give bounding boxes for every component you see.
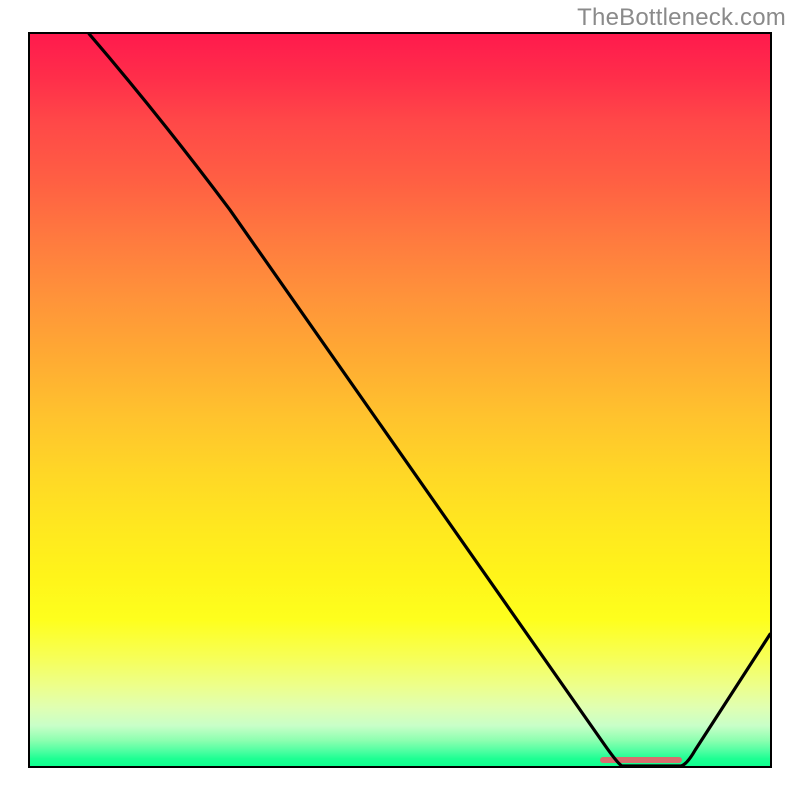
plot-area [28,32,772,768]
curve-path [89,34,770,766]
line-curve [30,34,770,766]
watermark-text: TheBottleneck.com [577,4,786,32]
chart-container: TheBottleneck.com [0,0,800,800]
